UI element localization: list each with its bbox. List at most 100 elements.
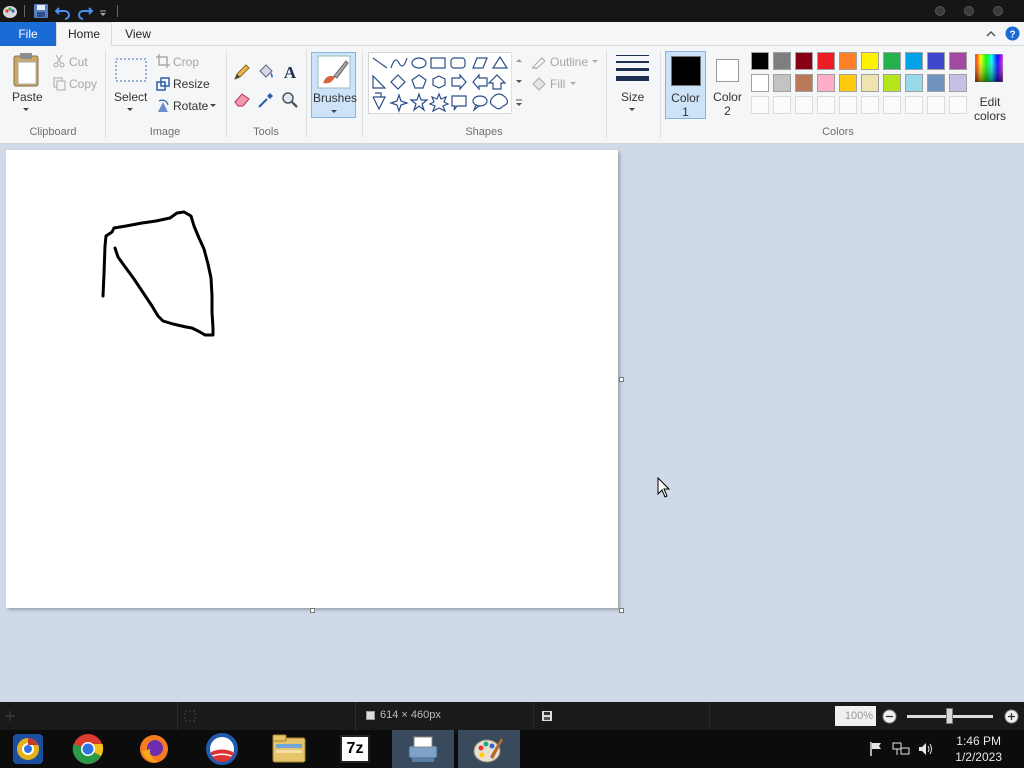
zoom-out-icon[interactable] (882, 709, 897, 724)
crop-button[interactable]: Crop (173, 55, 199, 69)
taskbar-paint[interactable] (458, 730, 520, 768)
maximize-button[interactable] (964, 6, 974, 16)
fill-dropdown-icon[interactable] (569, 81, 577, 86)
canvas-workspace[interactable] (0, 144, 1024, 702)
help-icon[interactable]: ? (1005, 26, 1020, 41)
palette-swatch[interactable] (883, 74, 901, 92)
palette-swatch[interactable] (927, 74, 945, 92)
taskbar-clock[interactable]: 1:46 PM 1/2/2023 (955, 733, 1002, 765)
paint-app-icon[interactable] (1, 2, 19, 20)
palette-swatch[interactable] (795, 52, 813, 70)
network-icon[interactable] (892, 741, 910, 757)
redo-icon[interactable] (77, 2, 93, 20)
quick-access-dropdown-icon[interactable] (97, 2, 109, 20)
fill-bucket-icon[interactable] (257, 63, 275, 81)
ribbon-tabs: File Home View ? (0, 22, 1024, 47)
zoom-level-field[interactable]: 100% (835, 706, 876, 726)
palette-swatch[interactable] (751, 52, 769, 70)
palette-swatch[interactable] (883, 52, 901, 70)
palette-swatch[interactable] (861, 74, 879, 92)
size-button[interactable]: Size (621, 90, 644, 104)
zoom-slider-thumb[interactable] (946, 708, 953, 724)
crop-icon (156, 54, 170, 68)
fill-icon (532, 77, 546, 91)
resize-button[interactable]: Resize (173, 77, 210, 91)
tab-view[interactable]: View (115, 22, 161, 46)
minimize-button[interactable] (935, 6, 945, 16)
color1-button[interactable]: Color 1 (665, 51, 706, 119)
custom-color-slot[interactable] (773, 96, 791, 114)
edit-colors-button[interactable]: Edit colors (970, 51, 1010, 123)
select-icon[interactable] (115, 58, 147, 82)
custom-color-slot[interactable] (751, 96, 769, 114)
save-icon[interactable] (33, 2, 49, 20)
palette-swatch[interactable] (949, 74, 967, 92)
copy-button[interactable]: Copy (69, 77, 97, 91)
rotate-dropdown-icon[interactable] (209, 103, 217, 109)
taskbar-chromium[interactable] (0, 730, 62, 768)
size-icon[interactable] (616, 54, 649, 84)
select-dropdown-icon[interactable] (125, 107, 135, 113)
undo-icon[interactable] (55, 2, 71, 20)
zoom-in-icon[interactable] (1004, 709, 1019, 724)
flag-icon[interactable] (868, 741, 884, 757)
magnifier-icon[interactable] (281, 91, 299, 109)
palette-swatch[interactable] (861, 52, 879, 70)
canvas-resize-handle-right[interactable] (619, 377, 624, 382)
paste-dropdown-icon[interactable] (21, 107, 31, 113)
close-button[interactable] (993, 6, 1003, 16)
minimize-ribbon-icon[interactable] (985, 28, 997, 40)
palette-swatch[interactable] (905, 74, 923, 92)
taskbar-obama-logo[interactable] (186, 730, 248, 768)
paste-button[interactable]: Paste (12, 90, 43, 104)
text-tool-icon[interactable]: A (281, 63, 299, 81)
pencil-icon[interactable] (233, 63, 251, 81)
taskbar-firefox[interactable] (124, 730, 186, 768)
palette-swatch[interactable] (773, 74, 791, 92)
taskbar-file-manager[interactable] (258, 730, 320, 768)
group-divider (105, 50, 106, 138)
palette-swatch[interactable] (817, 74, 835, 92)
color2-button[interactable]: Color 2 (707, 51, 748, 119)
paste-icon[interactable] (12, 52, 42, 88)
tab-file[interactable]: File (0, 22, 56, 46)
volume-icon[interactable] (917, 741, 935, 757)
palette-swatch[interactable] (817, 52, 835, 70)
color-picker-icon[interactable] (257, 91, 275, 109)
taskbar-7zip[interactable]: 7z (326, 730, 388, 768)
custom-color-slot[interactable] (883, 96, 901, 114)
palette-swatch[interactable] (949, 52, 967, 70)
canvas-resize-handle-corner[interactable] (619, 608, 624, 613)
drawing-canvas[interactable] (6, 150, 618, 608)
palette-swatch[interactable] (773, 52, 791, 70)
palette-swatch[interactable] (839, 52, 857, 70)
eraser-icon[interactable] (233, 91, 251, 107)
size-dropdown-icon[interactable] (627, 107, 637, 113)
tab-home[interactable]: Home (56, 22, 112, 47)
custom-color-slot[interactable] (861, 96, 879, 114)
fill-button[interactable]: Fill (550, 77, 565, 91)
shapes-gallery[interactable] (368, 52, 525, 114)
palette-swatch[interactable] (839, 74, 857, 92)
brushes-dropdown-icon[interactable] (329, 109, 339, 115)
custom-color-slot[interactable] (839, 96, 857, 114)
taskbar-scanner[interactable] (392, 730, 454, 768)
custom-color-slot[interactable] (905, 96, 923, 114)
select-button[interactable]: Select (114, 90, 147, 104)
palette-swatch[interactable] (795, 74, 813, 92)
rotate-button[interactable]: Rotate (173, 99, 208, 113)
custom-color-slot[interactable] (795, 96, 813, 114)
cut-button[interactable]: Cut (69, 55, 88, 69)
shapes-gallery-scroll[interactable] (511, 52, 525, 114)
outline-dropdown-icon[interactable] (591, 59, 599, 64)
palette-swatch[interactable] (927, 52, 945, 70)
custom-color-slot[interactable] (927, 96, 945, 114)
palette-swatch[interactable] (751, 74, 769, 92)
canvas-resize-handle-bottom[interactable] (310, 608, 315, 613)
custom-color-slot[interactable] (949, 96, 967, 114)
brushes-button[interactable]: Brushes (311, 52, 357, 118)
palette-swatch[interactable] (905, 52, 923, 70)
custom-color-slot[interactable] (817, 96, 835, 114)
outline-button[interactable]: Outline (550, 55, 588, 69)
taskbar-chrome[interactable] (62, 730, 124, 768)
